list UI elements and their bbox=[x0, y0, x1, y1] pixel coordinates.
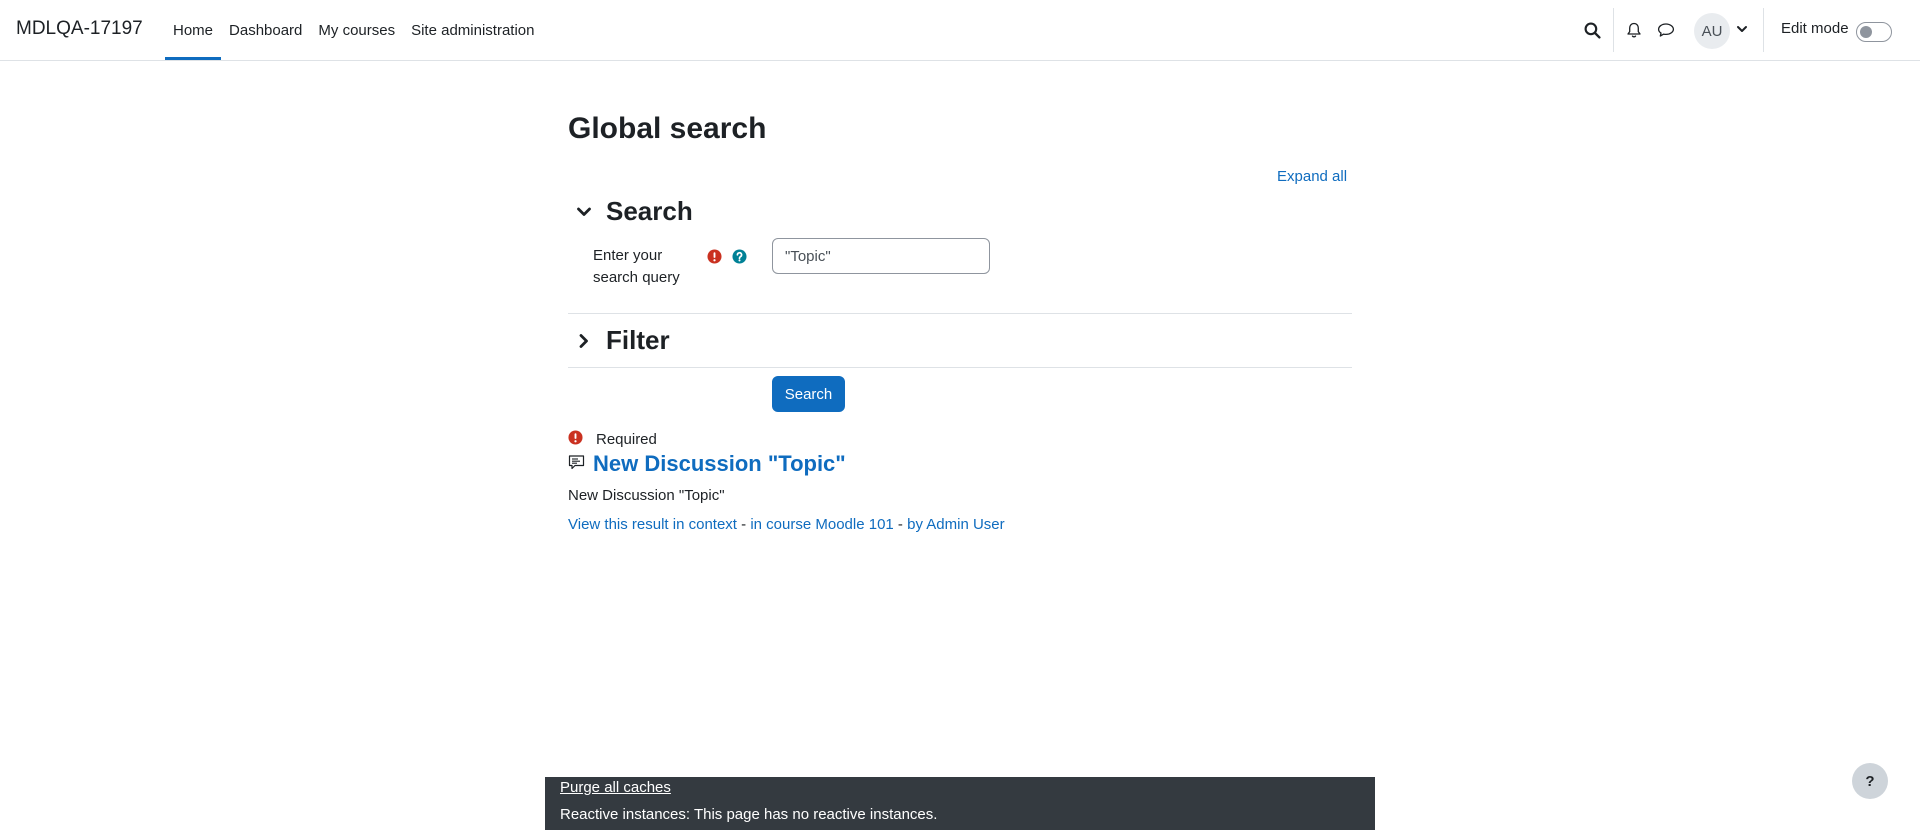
result-links: View this result in context - in course … bbox=[568, 516, 1005, 533]
debug-footer: Purge all caches Reactive instances: Thi… bbox=[545, 777, 1375, 830]
link-separator: - bbox=[893, 516, 908, 533]
help-icon[interactable] bbox=[732, 249, 747, 264]
toggle-knob bbox=[1860, 26, 1872, 38]
required-legend: Required bbox=[568, 430, 657, 449]
section-divider bbox=[568, 313, 1352, 314]
purge-caches-link[interactable]: Purge all caches bbox=[560, 779, 671, 796]
reactive-instances-text: Reactive instances: This page has no rea… bbox=[560, 806, 938, 823]
user-avatar[interactable]: AU bbox=[1694, 13, 1730, 49]
search-result-header: New Discussion "Topic" bbox=[568, 451, 846, 477]
page-title: Global search bbox=[568, 112, 767, 145]
navbar-divider bbox=[1613, 8, 1614, 52]
link-separator: - bbox=[736, 516, 751, 533]
filter-section-title: Filter bbox=[606, 325, 670, 355]
search-query-label: Enter your search query bbox=[593, 247, 680, 286]
search-icon[interactable] bbox=[1580, 18, 1604, 42]
nav-dashboard[interactable]: Dashboard bbox=[221, 0, 310, 60]
expand-all-link[interactable]: Expand all bbox=[1277, 168, 1347, 185]
site-brand[interactable]: MDLQA-17197 bbox=[16, 18, 143, 40]
navbar-divider bbox=[1763, 8, 1764, 52]
help-button[interactable]: ? bbox=[1852, 763, 1888, 799]
edit-mode-label: Edit mode bbox=[1781, 20, 1849, 37]
top-navbar: MDLQA-17197 Home Dashboard My courses Si… bbox=[0, 0, 1920, 61]
course-link[interactable]: in course Moodle 101 bbox=[750, 516, 893, 533]
required-label: Required bbox=[596, 431, 657, 448]
view-in-context-link[interactable]: View this result in context bbox=[568, 516, 737, 533]
required-icon bbox=[568, 430, 583, 449]
author-link[interactable]: by Admin User bbox=[907, 516, 1005, 533]
nav-my-courses[interactable]: My courses bbox=[310, 0, 403, 60]
nav-home[interactable]: Home bbox=[165, 0, 222, 60]
messages-chat-icon[interactable] bbox=[1654, 18, 1678, 42]
search-section-toggle[interactable]: Search bbox=[568, 196, 693, 227]
result-description: New Discussion "Topic" bbox=[568, 487, 725, 504]
filter-section-toggle[interactable]: Filter bbox=[568, 325, 670, 356]
nav-site-administration[interactable]: Site administration bbox=[403, 0, 542, 60]
section-divider bbox=[568, 367, 1352, 368]
notifications-bell-icon[interactable] bbox=[1622, 18, 1646, 42]
chevron-down-icon[interactable] bbox=[1735, 22, 1749, 36]
result-title-link[interactable]: New Discussion "Topic" bbox=[593, 451, 846, 477]
chevron-down-icon bbox=[568, 198, 602, 226]
required-icon bbox=[707, 249, 722, 264]
edit-mode-toggle[interactable] bbox=[1856, 22, 1892, 42]
forum-discussion-icon bbox=[568, 454, 585, 475]
primary-navigation: Home Dashboard My courses Site administr… bbox=[165, 0, 543, 60]
chevron-right-icon bbox=[568, 327, 602, 355]
search-query-input[interactable] bbox=[772, 238, 990, 274]
search-button[interactable]: Search bbox=[772, 376, 845, 412]
search-section-title: Search bbox=[606, 196, 693, 226]
